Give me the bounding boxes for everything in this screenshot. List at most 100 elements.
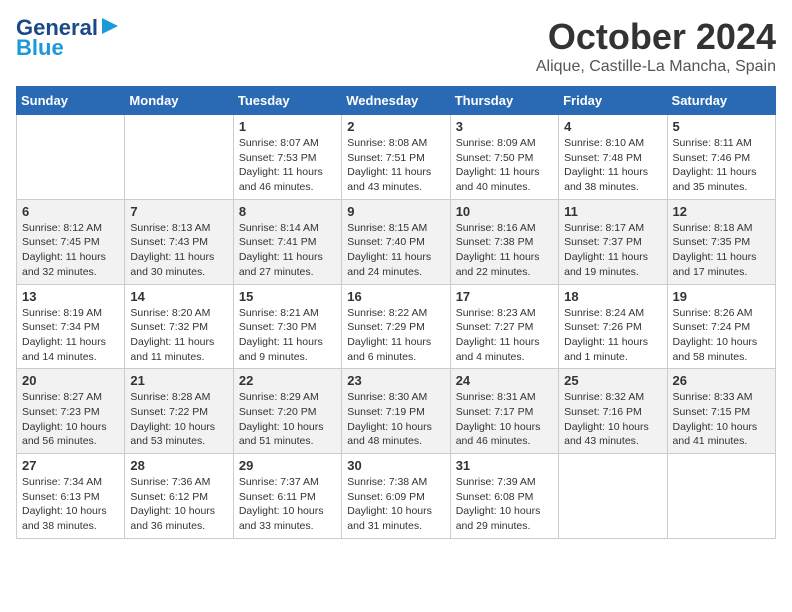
calendar-cell: 8 Sunrise: 8:14 AM Sunset: 7:41 PM Daylig…: [233, 199, 341, 284]
calendar-cell: 12 Sunrise: 8:18 AM Sunset: 7:35 PM Dayli…: [667, 199, 775, 284]
day-number: 10: [456, 204, 553, 219]
day-header-wednesday: Wednesday: [342, 87, 450, 115]
day-number: 13: [22, 289, 119, 304]
calendar-week-row: 6 Sunrise: 8:12 AM Sunset: 7:45 PM Daylig…: [17, 199, 776, 284]
title-section: October 2024 Alique, Castille-La Mancha,…: [536, 16, 776, 76]
calendar-cell: 27 Sunrise: 7:34 AM Sunset: 6:13 PM Dayli…: [17, 454, 125, 539]
day-number: 8: [239, 204, 336, 219]
calendar-cell: 26 Sunrise: 8:33 AM Sunset: 7:15 PM Dayli…: [667, 369, 775, 454]
day-number: 3: [456, 119, 553, 134]
calendar-cell: [17, 115, 125, 200]
day-info: Sunrise: 7:39 AM Sunset: 6:08 PM Dayligh…: [456, 475, 553, 534]
calendar-week-row: 27 Sunrise: 7:34 AM Sunset: 6:13 PM Dayli…: [17, 454, 776, 539]
calendar-cell: 20 Sunrise: 8:27 AM Sunset: 7:23 PM Dayli…: [17, 369, 125, 454]
calendar-cell: 25 Sunrise: 8:32 AM Sunset: 7:16 PM Dayli…: [559, 369, 667, 454]
calendar-cell: 4 Sunrise: 8:10 AM Sunset: 7:48 PM Daylig…: [559, 115, 667, 200]
day-number: 30: [347, 458, 444, 473]
calendar-cell: 18Sunrise: 8:24 AM Sunset: 7:26 PM Dayli…: [559, 284, 667, 369]
day-header-monday: Monday: [125, 87, 233, 115]
day-number: 19: [673, 289, 770, 304]
day-number: 15: [239, 289, 336, 304]
day-info: Sunrise: 8:16 AM Sunset: 7:38 PM Dayligh…: [456, 221, 553, 280]
day-info: Sunrise: 7:37 AM Sunset: 6:11 PM Dayligh…: [239, 475, 336, 534]
day-number: 22: [239, 373, 336, 388]
day-number: 6: [22, 204, 119, 219]
day-number: 16: [347, 289, 444, 304]
day-number: 7: [130, 204, 227, 219]
day-info: Sunrise: 8:20 AM Sunset: 7:32 PM Dayligh…: [130, 306, 227, 365]
day-info: Sunrise: 8:18 AM Sunset: 7:35 PM Dayligh…: [673, 221, 770, 280]
calendar-cell: 3 Sunrise: 8:09 AM Sunset: 7:50 PM Daylig…: [450, 115, 558, 200]
day-number: 2: [347, 119, 444, 134]
calendar-cell: 16 Sunrise: 8:22 AM Sunset: 7:29 PM Dayli…: [342, 284, 450, 369]
day-info: Sunrise: 8:26 AM Sunset: 7:24 PM Dayligh…: [673, 306, 770, 365]
day-info: Sunrise: 8:27 AM Sunset: 7:23 PM Dayligh…: [22, 390, 119, 449]
day-info: Sunrise: 8:21 AM Sunset: 7:30 PM Dayligh…: [239, 306, 336, 365]
day-number: 24: [456, 373, 553, 388]
day-info: Sunrise: 8:19 AM Sunset: 7:34 PM Dayligh…: [22, 306, 119, 365]
calendar-cell: 24 Sunrise: 8:31 AM Sunset: 7:17 PM Dayli…: [450, 369, 558, 454]
day-number: 17: [456, 289, 553, 304]
day-info: Sunrise: 8:13 AM Sunset: 7:43 PM Dayligh…: [130, 221, 227, 280]
calendar-cell: 6 Sunrise: 8:12 AM Sunset: 7:45 PM Daylig…: [17, 199, 125, 284]
calendar-cell: 7 Sunrise: 8:13 AM Sunset: 7:43 PM Daylig…: [125, 199, 233, 284]
day-info: Sunrise: 8:09 AM Sunset: 7:50 PM Dayligh…: [456, 136, 553, 195]
day-info: Sunrise: 8:31 AM Sunset: 7:17 PM Dayligh…: [456, 390, 553, 449]
logo: General Blue: [16, 16, 120, 60]
calendar-cell: 17 Sunrise: 8:23 AM Sunset: 7:27 PM Dayli…: [450, 284, 558, 369]
calendar-cell: 22 Sunrise: 8:29 AM Sunset: 7:20 PM Dayli…: [233, 369, 341, 454]
day-header-tuesday: Tuesday: [233, 87, 341, 115]
day-info: Sunrise: 8:12 AM Sunset: 7:45 PM Dayligh…: [22, 221, 119, 280]
day-header-sunday: Sunday: [17, 87, 125, 115]
day-info: Sunrise: 8:29 AM Sunset: 7:20 PM Dayligh…: [239, 390, 336, 449]
day-number: 27: [22, 458, 119, 473]
day-number: 12: [673, 204, 770, 219]
calendar-cell: 11 Sunrise: 8:17 AM Sunset: 7:37 PM Dayli…: [559, 199, 667, 284]
calendar-cell: 1Sunrise: 8:07 AM Sunset: 7:53 PM Daylig…: [233, 115, 341, 200]
calendar-cell: 31 Sunrise: 7:39 AM Sunset: 6:08 PM Dayli…: [450, 454, 558, 539]
day-number: 29: [239, 458, 336, 473]
day-header-thursday: Thursday: [450, 87, 558, 115]
day-number: 21: [130, 373, 227, 388]
calendar-cell: 21 Sunrise: 8:28 AM Sunset: 7:22 PM Dayli…: [125, 369, 233, 454]
calendar-cell: 13 Sunrise: 8:19 AM Sunset: 7:34 PM Dayli…: [17, 284, 125, 369]
calendar-cell: 2Sunrise: 8:08 AM Sunset: 7:51 PM Daylig…: [342, 115, 450, 200]
day-header-saturday: Saturday: [667, 87, 775, 115]
calendar-cell: [125, 115, 233, 200]
calendar-cell: 23Sunrise: 8:30 AM Sunset: 7:19 PM Dayli…: [342, 369, 450, 454]
logo-arrow-icon: [100, 16, 120, 36]
calendar-cell: 19 Sunrise: 8:26 AM Sunset: 7:24 PM Dayli…: [667, 284, 775, 369]
day-info: Sunrise: 8:10 AM Sunset: 7:48 PM Dayligh…: [564, 136, 661, 195]
day-info: Sunrise: 8:32 AM Sunset: 7:16 PM Dayligh…: [564, 390, 661, 449]
day-number: 31: [456, 458, 553, 473]
day-info: Sunrise: 8:07 AM Sunset: 7:53 PM Dayligh…: [239, 136, 336, 195]
calendar-cell: 15 Sunrise: 8:21 AM Sunset: 7:30 PM Dayli…: [233, 284, 341, 369]
day-info: Sunrise: 7:38 AM Sunset: 6:09 PM Dayligh…: [347, 475, 444, 534]
calendar-cell: 29 Sunrise: 7:37 AM Sunset: 6:11 PM Dayli…: [233, 454, 341, 539]
calendar-cell: 28Sunrise: 7:36 AM Sunset: 6:12 PM Dayli…: [125, 454, 233, 539]
calendar-week-row: 1Sunrise: 8:07 AM Sunset: 7:53 PM Daylig…: [17, 115, 776, 200]
day-info: Sunrise: 8:11 AM Sunset: 7:46 PM Dayligh…: [673, 136, 770, 195]
day-number: 4: [564, 119, 661, 134]
day-number: 20: [22, 373, 119, 388]
day-number: 18: [564, 289, 661, 304]
day-info: Sunrise: 7:34 AM Sunset: 6:13 PM Dayligh…: [22, 475, 119, 534]
calendar-week-row: 20 Sunrise: 8:27 AM Sunset: 7:23 PM Dayli…: [17, 369, 776, 454]
day-info: Sunrise: 8:17 AM Sunset: 7:37 PM Dayligh…: [564, 221, 661, 280]
day-info: Sunrise: 8:23 AM Sunset: 7:27 PM Dayligh…: [456, 306, 553, 365]
day-number: 5: [673, 119, 770, 134]
page-header: General Blue October 2024 Alique, Castil…: [16, 16, 776, 76]
day-number: 25: [564, 373, 661, 388]
day-number: 26: [673, 373, 770, 388]
day-info: Sunrise: 8:28 AM Sunset: 7:22 PM Dayligh…: [130, 390, 227, 449]
day-number: 28: [130, 458, 227, 473]
day-info: Sunrise: 8:22 AM Sunset: 7:29 PM Dayligh…: [347, 306, 444, 365]
day-number: 11: [564, 204, 661, 219]
calendar-cell: 10 Sunrise: 8:16 AM Sunset: 7:38 PM Dayli…: [450, 199, 558, 284]
calendar-cell: [559, 454, 667, 539]
location-text: Alique, Castille-La Mancha, Spain: [536, 58, 776, 76]
day-info: Sunrise: 8:14 AM Sunset: 7:41 PM Dayligh…: [239, 221, 336, 280]
day-number: 14: [130, 289, 227, 304]
day-info: Sunrise: 8:33 AM Sunset: 7:15 PM Dayligh…: [673, 390, 770, 449]
day-number: 23: [347, 373, 444, 388]
